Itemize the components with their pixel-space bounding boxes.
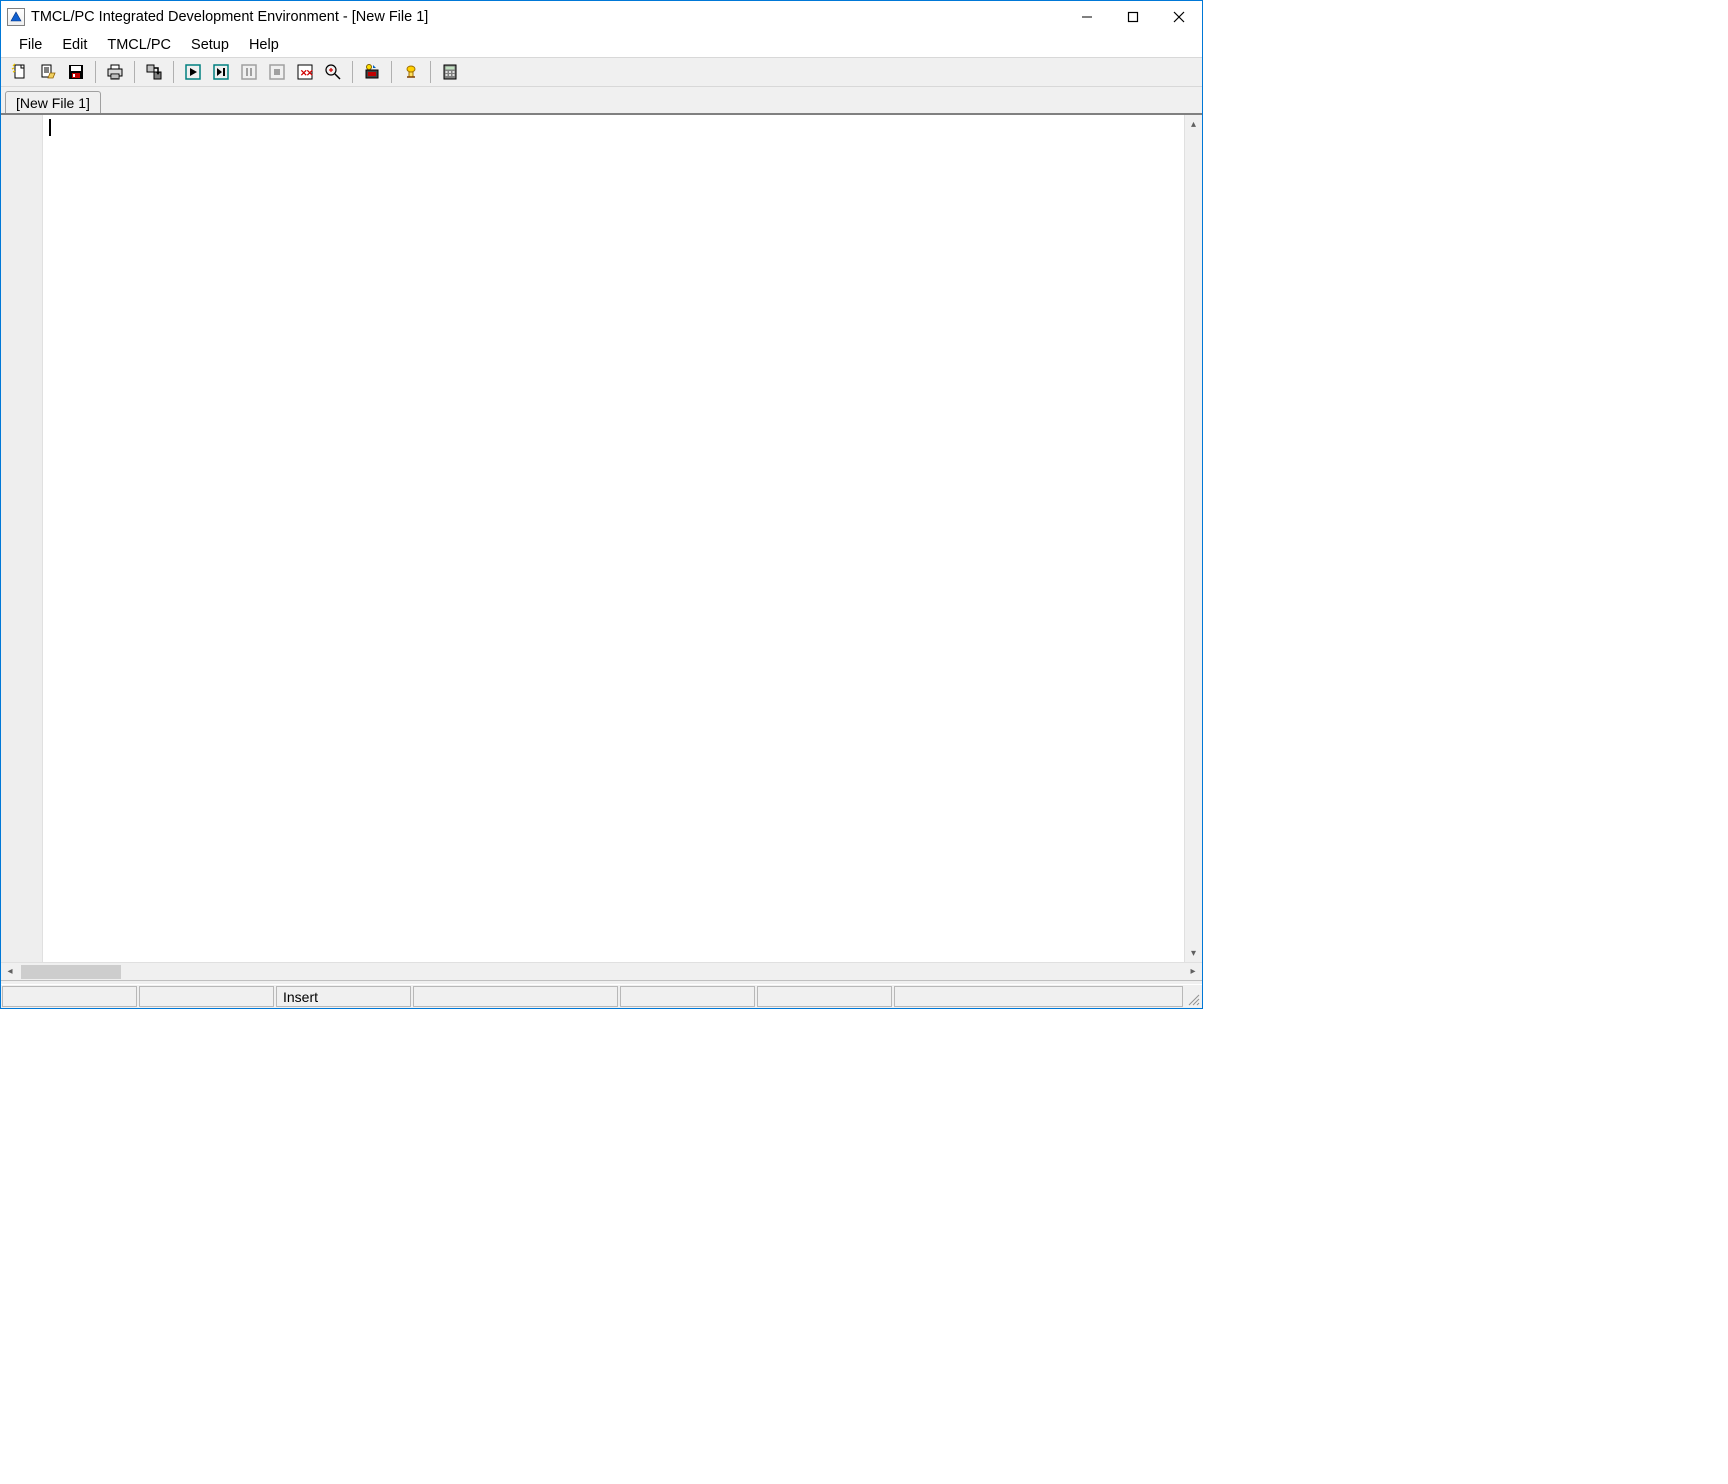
svg-text:✕: ✕ bbox=[306, 68, 314, 78]
direct-mode-button[interactable] bbox=[398, 60, 424, 84]
menu-edit[interactable]: Edit bbox=[52, 34, 97, 56]
app-icon bbox=[7, 8, 25, 26]
horizontal-scrollbar[interactable]: ◂ ▸ bbox=[1, 962, 1202, 980]
toolbar-separator bbox=[391, 61, 392, 83]
toolbar-separator bbox=[352, 61, 353, 83]
code-editor[interactable] bbox=[43, 115, 1184, 962]
menu-setup[interactable]: Setup bbox=[181, 34, 239, 56]
text-cursor bbox=[49, 119, 51, 136]
document-tabstrip: [New File 1] bbox=[1, 87, 1202, 113]
menu-file[interactable]: File bbox=[9, 34, 52, 56]
minimize-button[interactable] bbox=[1064, 1, 1110, 33]
status-pane-5 bbox=[620, 986, 755, 1007]
status-pane-insert-mode: Insert bbox=[276, 986, 411, 1007]
window-title: TMCL/PC Integrated Development Environme… bbox=[31, 9, 1064, 25]
download-button[interactable] bbox=[359, 60, 385, 84]
resize-grip[interactable] bbox=[1184, 985, 1202, 1008]
window-controls bbox=[1064, 1, 1202, 33]
toolbar-separator bbox=[134, 61, 135, 83]
print-button[interactable] bbox=[102, 60, 128, 84]
toolbar-separator bbox=[173, 61, 174, 83]
scroll-down-icon[interactable]: ▾ bbox=[1185, 944, 1203, 962]
close-button[interactable] bbox=[1156, 1, 1202, 33]
stop-button[interactable] bbox=[264, 60, 290, 84]
pause-button[interactable] bbox=[236, 60, 262, 84]
scroll-left-icon[interactable]: ◂ bbox=[1, 963, 19, 981]
status-pane-6 bbox=[757, 986, 892, 1007]
status-pane-4 bbox=[413, 986, 618, 1007]
menu-help[interactable]: Help bbox=[239, 34, 289, 56]
app-window: TMCL/PC Integrated Development Environme… bbox=[0, 0, 1203, 1009]
menu-tmclpc[interactable]: TMCL/PC bbox=[97, 34, 181, 56]
scroll-right-icon[interactable]: ▸ bbox=[1184, 963, 1202, 981]
menubar: File Edit TMCL/PC Setup Help bbox=[1, 33, 1202, 57]
save-button[interactable] bbox=[63, 60, 89, 84]
status-pane-7 bbox=[894, 986, 1183, 1007]
toolbar-separator bbox=[95, 61, 96, 83]
maximize-button[interactable] bbox=[1110, 1, 1156, 33]
vertical-scrollbar[interactable]: ▴ ▾ bbox=[1184, 115, 1202, 962]
titlebar: TMCL/PC Integrated Development Environme… bbox=[1, 1, 1202, 33]
editor-area: ▴ ▾ ◂ ▸ bbox=[1, 113, 1202, 980]
document-tab[interactable]: [New File 1] bbox=[5, 91, 101, 114]
editor-body: ▴ ▾ bbox=[1, 115, 1202, 962]
editor-gutter bbox=[1, 115, 43, 962]
scroll-up-icon[interactable]: ▴ bbox=[1185, 115, 1203, 133]
status-pane-1 bbox=[2, 986, 137, 1007]
toolbar-separator bbox=[430, 61, 431, 83]
calculator-button[interactable] bbox=[437, 60, 463, 84]
assemble-button[interactable] bbox=[141, 60, 167, 84]
debug-button[interactable]: ✕✕ bbox=[292, 60, 318, 84]
status-pane-2 bbox=[139, 986, 274, 1007]
scroll-thumb[interactable] bbox=[21, 965, 121, 979]
new-file-button[interactable] bbox=[7, 60, 33, 84]
toolbar: ✕✕ bbox=[1, 57, 1202, 87]
step-button[interactable] bbox=[208, 60, 234, 84]
statusbar: Insert bbox=[1, 984, 1202, 1008]
open-file-button[interactable] bbox=[35, 60, 61, 84]
zoom-button[interactable] bbox=[320, 60, 346, 84]
run-button[interactable] bbox=[180, 60, 206, 84]
